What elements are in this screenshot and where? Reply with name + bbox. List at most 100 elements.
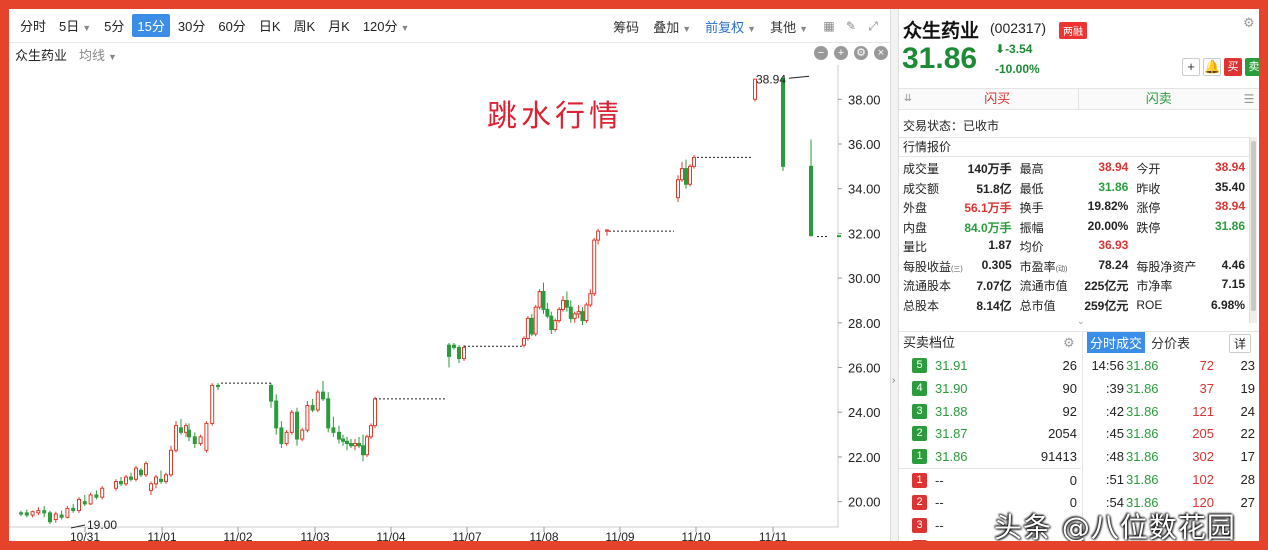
candle-body (688, 165, 692, 185)
buy-button[interactable]: 买 (1224, 58, 1242, 76)
period-daily[interactable]: 日K (254, 14, 286, 37)
candle-body (315, 391, 320, 411)
period-5min[interactable]: 5分 (99, 14, 129, 37)
orderbook-row[interactable]: 1 31.86 91413 (899, 445, 1081, 468)
period-intraday[interactable]: 分时 (15, 14, 51, 37)
candle-body (65, 507, 70, 518)
orderbook-row[interactable]: 2 31.87 2054 (899, 422, 1081, 445)
quote-row: 总股本 8.14亿 总市值 259亿元 ROE 6.98% (899, 296, 1249, 316)
quote-label-sub: (三) (951, 265, 963, 273)
grid-icon[interactable]: ▦ (822, 19, 836, 33)
orderbook-row[interactable]: 5 31.91 26 (899, 354, 1081, 377)
tick-row: :45 31.86 205 22 (1083, 422, 1259, 445)
gear-icon[interactable]: ⚙ (1243, 15, 1255, 31)
candle-body (88, 494, 93, 505)
period-monthly[interactable]: 月K (323, 14, 355, 37)
flash-buy-button[interactable]: 闪买 (917, 89, 1079, 109)
quote-label: ROE (1136, 298, 1163, 313)
candle-body (568, 306, 573, 319)
chart-toolbar: 分时 5日 ▼ 5分 15分 30分 60分 日K 周K 月K 120分 ▼ 筹码 … (9, 9, 890, 43)
quote-value: 140万手 (967, 162, 1012, 177)
price-change: ⬇-3.54 (995, 42, 1032, 56)
minus-icon[interactable]: − (814, 46, 828, 60)
pen-icon[interactable]: ✎ (844, 19, 858, 33)
flash-trade-bar: ⇊ 闪买 闪卖 ☰ (899, 88, 1259, 110)
candle-body (198, 436, 203, 445)
scrollbar-thumb[interactable] (1251, 141, 1256, 311)
quote-value: 38.94 (1214, 160, 1246, 175)
orderbook-row[interactable]: 4 31.90 90 (899, 377, 1081, 400)
quote-grid: 成交量 140万手 最高 38.94 今开 38.94 成交额 51.8亿 最低 31.86 昨收 3… (899, 159, 1249, 315)
quote-cell: 总股本 8.14亿 (899, 297, 1016, 314)
trade-status: 交易状态：已收市 (903, 119, 1000, 133)
candlestick-chart[interactable]: 38.00 36.00 34.00 32.00 30.00 28.00 26.00 24.00… (9, 65, 890, 541)
candle-body (279, 427, 284, 445)
orderbook-row[interactable]: 1 -- 0 (899, 467, 1081, 491)
adjust-button[interactable]: 前复权 ▼ (705, 17, 756, 36)
quote-value: 20.00% (1087, 218, 1129, 233)
chevron-right-icon[interactable]: › (892, 375, 895, 386)
add-watchlist-button[interactable]: + (1182, 58, 1200, 76)
period-60min[interactable]: 60分 (213, 14, 250, 37)
quote-panel: 众生药业 (002317) 两融 ⚙ 31.86 ⬇-3.54 -10.00% … (899, 9, 1259, 541)
candle-body (596, 230, 601, 241)
tick-time: :51 (1105, 471, 1124, 487)
quote-cell: 涨停 38.94 (1132, 199, 1249, 216)
period-120min[interactable]: 120分 ▼ (358, 14, 415, 37)
quote-label-sub: (动) (1055, 265, 1068, 273)
chevron-double-down-icon[interactable]: ⇊ (899, 89, 917, 109)
close-icon[interactable]: × (874, 46, 888, 60)
candle-body (204, 422, 209, 451)
y-tick-label: 32.00 (848, 226, 881, 241)
ticks-tabs: 分时成交 分价表 详 (1082, 331, 1259, 353)
expand-icon[interactable]: ⤢ (866, 19, 880, 33)
quote-value: 259亿元 (1084, 298, 1129, 313)
candle-body (541, 291, 546, 310)
sell-button[interactable]: 卖 (1245, 58, 1259, 76)
candle-body (369, 425, 373, 438)
gear-icon[interactable]: ⚙ (1063, 335, 1075, 351)
moving-average-dropdown[interactable]: 均线 ▼ (79, 45, 117, 64)
candle-body (564, 299, 569, 308)
candle-body (36, 510, 41, 514)
bell-icon[interactable]: 🔔 (1203, 58, 1221, 76)
candle-body (809, 165, 813, 237)
tab-price-table[interactable]: 分价表 (1151, 333, 1190, 352)
y-tick-label: 36.00 (848, 137, 881, 152)
candle-body (216, 384, 220, 388)
x-tick-label: 11/04 (376, 530, 405, 541)
orderbook-row[interactable]: 3 31.88 92 (899, 400, 1081, 423)
overlay-label: 叠加 (653, 19, 680, 35)
period-15min[interactable]: 15分 (132, 14, 170, 37)
quote-value: 19.82% (1087, 199, 1129, 214)
quote-label: 成交量 (903, 162, 940, 177)
scrollbar[interactable] (1249, 137, 1257, 323)
quote-label: 跌停 (1136, 220, 1161, 235)
candle-body (341, 438, 345, 442)
candle-body (53, 513, 58, 521)
chevron-down-icon: ▼ (82, 23, 92, 33)
candle-body (457, 346, 461, 360)
other-button[interactable]: 其他 ▼ (770, 17, 808, 36)
candle-body (94, 494, 99, 498)
menu-icon[interactable]: ☰ (1239, 89, 1259, 109)
chips-button[interactable]: 筹码 (613, 17, 639, 36)
orderbook-level: 2 (912, 426, 927, 442)
candle-body (676, 179, 680, 199)
y-tick-label: 38.00 (848, 92, 881, 107)
quote-label: 市盈率(动) (1019, 259, 1068, 274)
plus-icon[interactable]: + (834, 46, 848, 60)
gear-icon[interactable]: ⚙ (854, 46, 868, 60)
quote-label: 均价 (1019, 240, 1044, 255)
quote-row: 每股收益(三) 0.305 市盈率(动) 78.24 每股净资产 4.46 (899, 257, 1249, 277)
tick-time: :39 (1105, 380, 1124, 396)
panel-divider[interactable]: › (890, 9, 899, 541)
period-5day[interactable]: 5日 ▼ (54, 14, 96, 37)
period-30min[interactable]: 30分 (173, 14, 210, 37)
flash-sell-button[interactable]: 闪卖 (1079, 89, 1240, 109)
overlay-button[interactable]: 叠加 ▼ (653, 17, 691, 36)
chevron-down-icon[interactable]: ⌄ (1077, 316, 1085, 327)
detail-button[interactable]: 详 (1228, 334, 1251, 353)
tab-time-sales[interactable]: 分时成交 (1087, 332, 1146, 353)
period-weekly[interactable]: 周K (288, 14, 320, 37)
